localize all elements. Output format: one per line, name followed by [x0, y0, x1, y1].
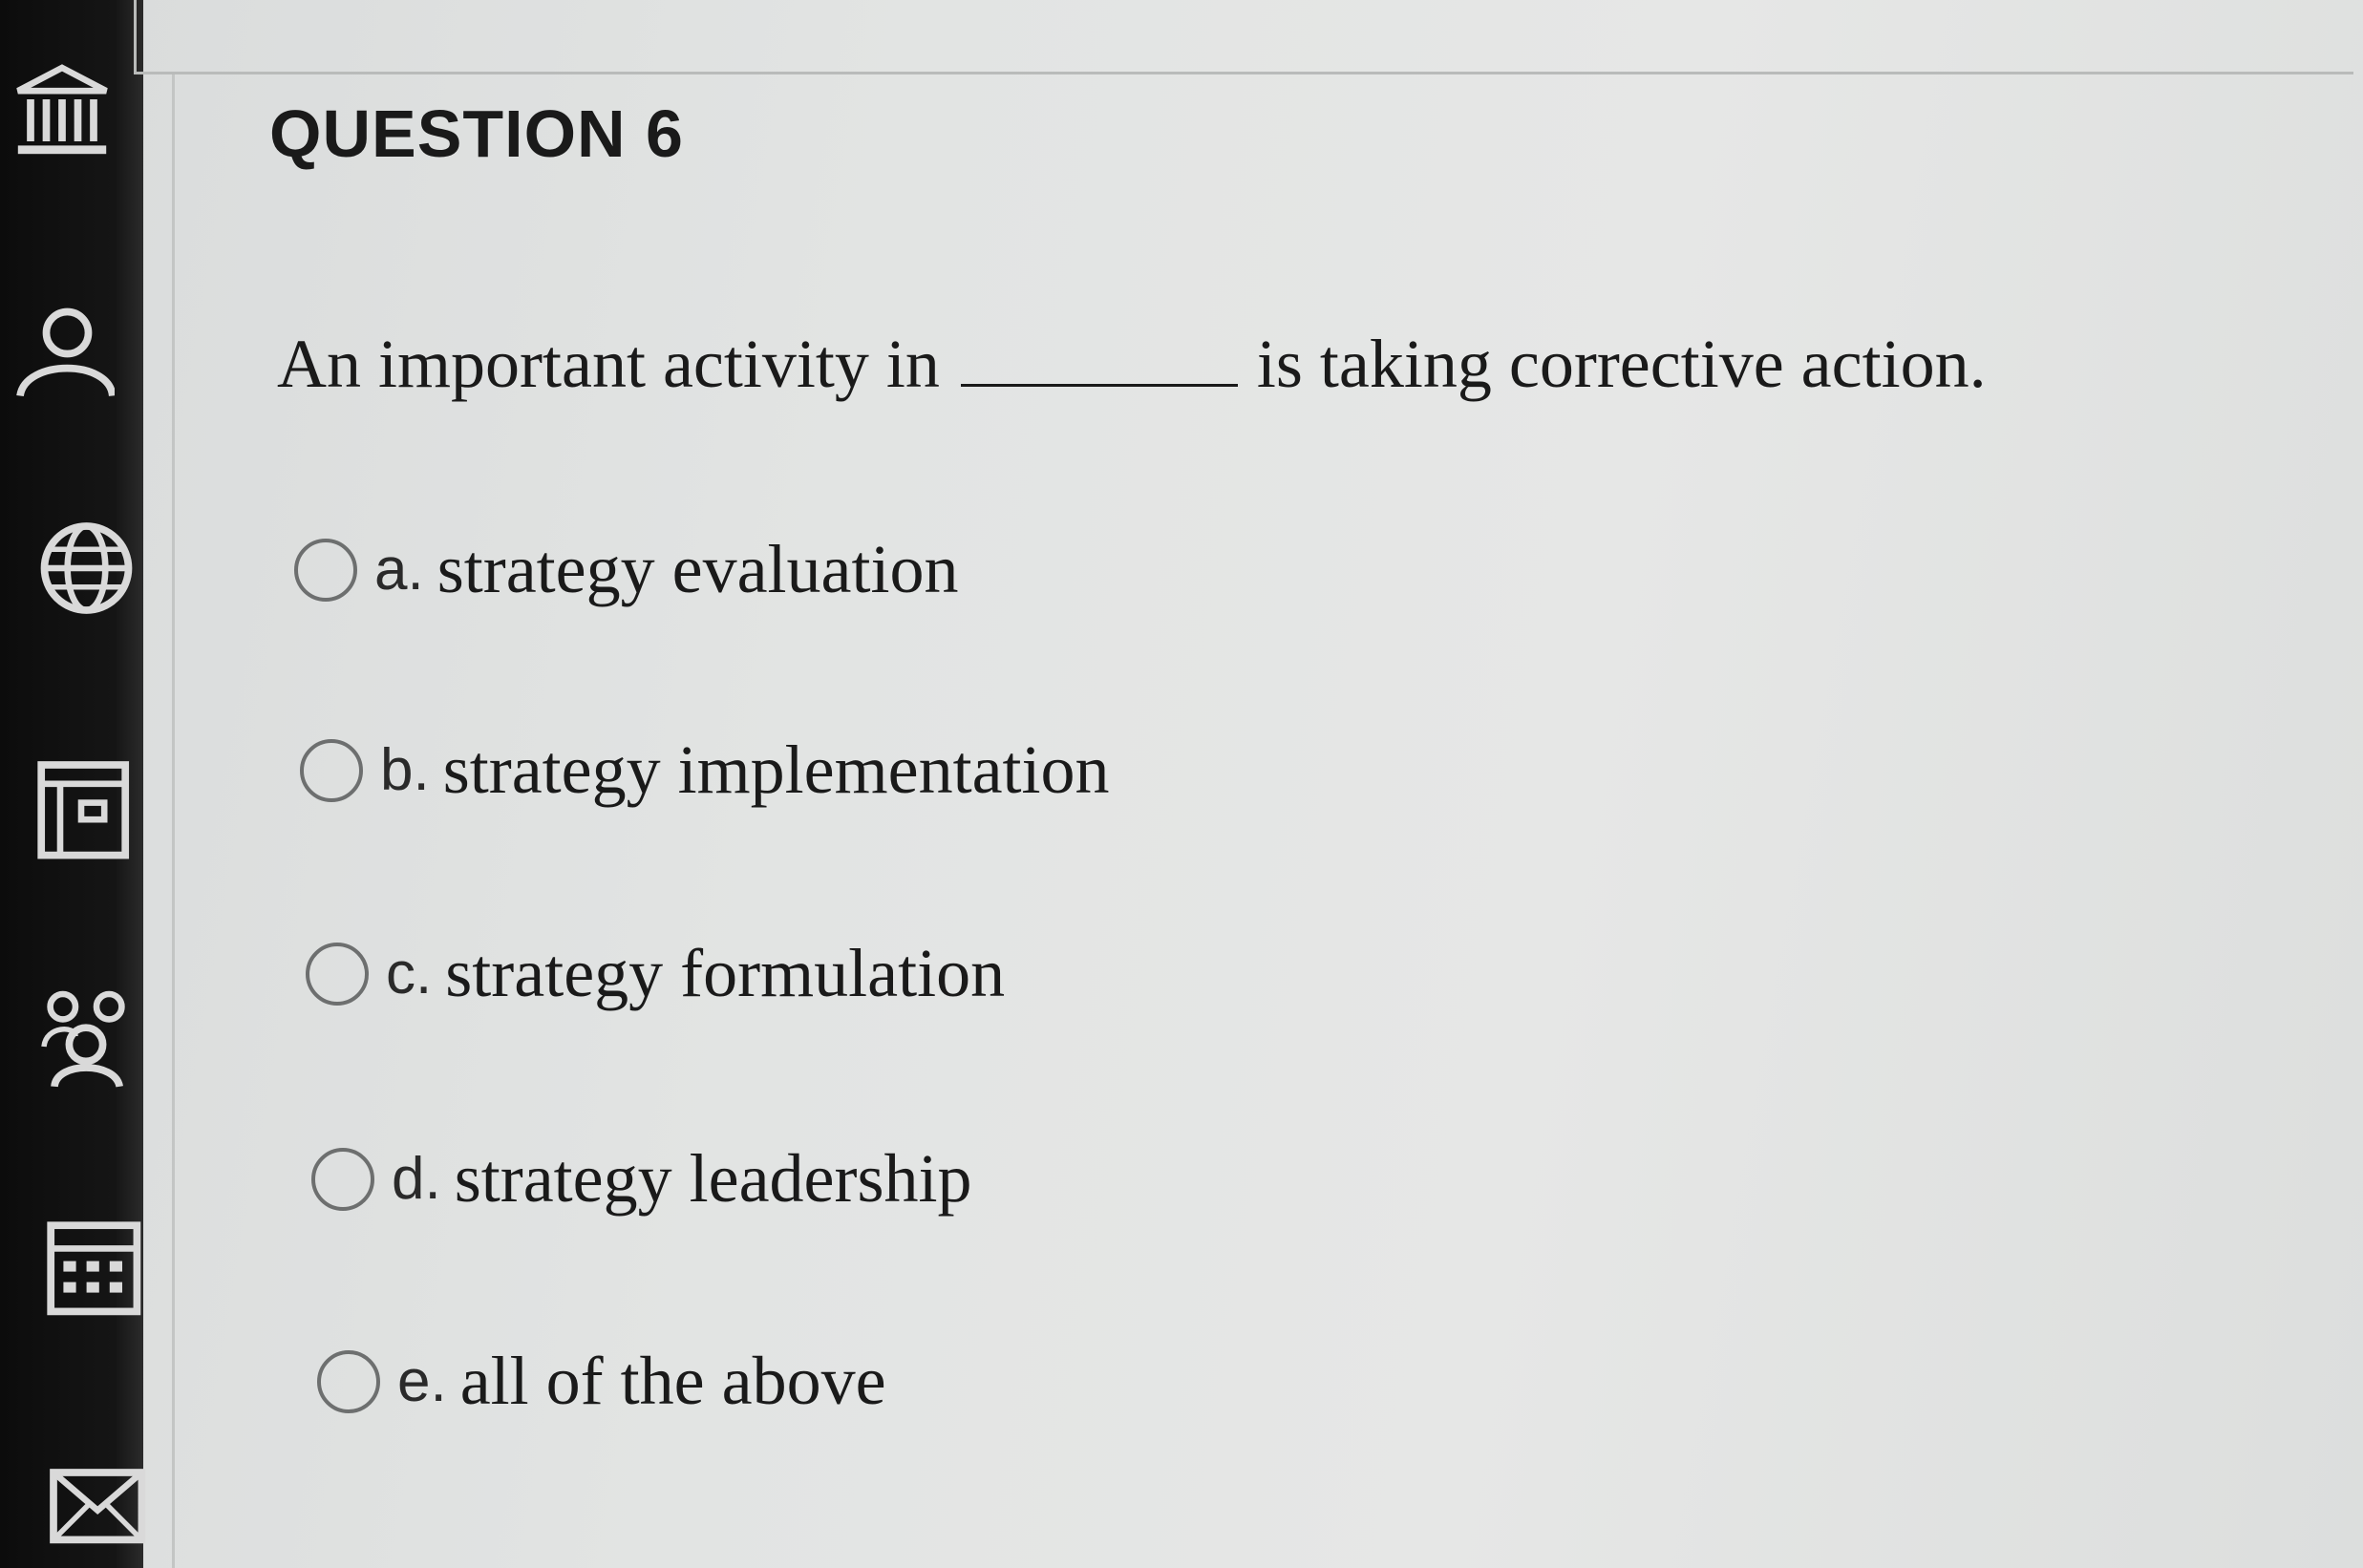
option-letter: a.	[374, 537, 424, 603]
option-label: strategy evaluation	[436, 531, 959, 607]
option-a[interactable]: a. strategy evaluation	[294, 530, 959, 609]
radio-button-b[interactable]	[300, 738, 363, 802]
option-e[interactable]: e. all of the above	[317, 1342, 886, 1421]
courses-icon[interactable]	[29, 754, 134, 859]
option-b[interactable]: b. strategy implementation	[300, 731, 1110, 810]
option-letter: e.	[397, 1348, 447, 1414]
groups-icon[interactable]	[33, 984, 138, 1089]
radio-button-c[interactable]	[306, 942, 369, 1006]
user-icon[interactable]	[10, 296, 115, 401]
content-border	[172, 74, 175, 1568]
question-prompt: An important activity in is taking corre…	[277, 325, 1987, 404]
option-c[interactable]: c. strategy formulation	[306, 934, 1005, 1013]
option-letter: c.	[386, 941, 433, 1006]
option-label: all of the above	[459, 1343, 886, 1419]
question-text-before: An important activity in	[277, 326, 940, 402]
nav-sidebar	[0, 0, 146, 1568]
radio-button-a[interactable]	[294, 538, 357, 602]
globe-icon[interactable]	[29, 516, 134, 621]
option-letter: d.	[392, 1146, 441, 1212]
mail-icon[interactable]	[43, 1451, 148, 1557]
radio-button-e[interactable]	[317, 1349, 380, 1413]
option-letter: b.	[380, 737, 430, 803]
answer-blank	[960, 377, 1238, 387]
option-label: strategy formulation	[445, 935, 1006, 1011]
institution-icon[interactable]	[10, 57, 115, 162]
question-title: QUESTION 6	[269, 96, 684, 171]
option-label: strategy leadership	[454, 1140, 972, 1217]
option-label: strategy implementation	[442, 731, 1110, 808]
radio-button-d[interactable]	[311, 1147, 374, 1211]
question-text-after: is taking corrective action.	[1256, 326, 1987, 402]
calendar-icon[interactable]	[38, 1213, 143, 1318]
previous-panel-edge	[134, 0, 2353, 74]
option-d[interactable]: d. strategy leadership	[311, 1139, 972, 1218]
